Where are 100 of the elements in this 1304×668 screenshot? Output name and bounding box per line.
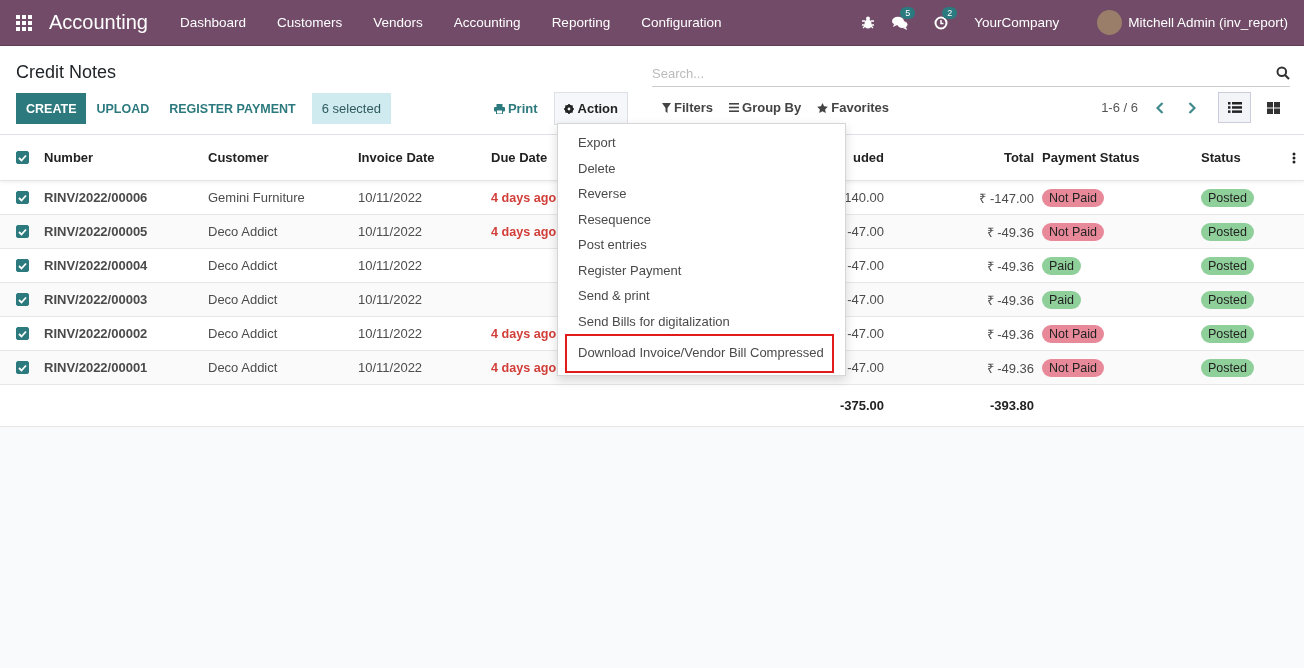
due-date-text: 4 days ago: [491, 360, 557, 375]
gear-icon: [563, 103, 574, 114]
create-button[interactable]: CREATE: [16, 93, 87, 124]
column-header[interactable]: Number: [44, 150, 94, 165]
menu-item[interactable]: Export: [558, 130, 845, 156]
checkbox[interactable]: [16, 151, 29, 164]
total-cell: -393.80: [989, 398, 1034, 413]
table-cell-text: ₹ -147.00: [979, 189, 1034, 207]
checkbox[interactable]: [16, 327, 29, 340]
clock-icon[interactable]: [934, 15, 949, 30]
checkbox[interactable]: [16, 225, 29, 238]
status-badge: Paid: [1042, 290, 1082, 309]
menu-item[interactable]: Reverse: [558, 181, 845, 207]
search-icon[interactable]: [1276, 66, 1290, 80]
status-badge: Posted: [1201, 324, 1254, 343]
selection-count: 6 selected: [311, 93, 391, 124]
menu-item[interactable]: Reporting: [551, 15, 611, 30]
table-cell: 140.00: [844, 190, 884, 205]
status-badge: Not Paid: [1042, 222, 1104, 241]
company-name[interactable]: YourCompany: [974, 15, 1060, 30]
bars-icon: [729, 103, 739, 112]
table-cell: 10/11/2022: [358, 326, 423, 341]
table-cell-text: ₹ -49.36: [986, 257, 1034, 275]
table-cell: 10/11/2022: [358, 360, 423, 375]
menu-item[interactable]: Customers: [277, 15, 343, 30]
column-header[interactable]: Customer: [208, 150, 269, 165]
checkbox[interactable]: [16, 293, 29, 306]
column-header[interactable]: Total: [1003, 150, 1034, 165]
filters-button[interactable]: Filters: [662, 100, 713, 115]
status-badge: Posted: [1201, 256, 1254, 275]
checkbox[interactable]: [16, 361, 29, 374]
column-header[interactable]: uded: [852, 150, 884, 165]
pager-value[interactable]: 1-6 / 6: [1101, 100, 1138, 115]
table-cell: 10/11/2022: [358, 258, 423, 273]
status-badge: Not Paid: [1042, 188, 1104, 207]
table-cell: Deco Addict: [208, 326, 278, 341]
action-button[interactable]: Action: [553, 92, 628, 125]
table-cell: RINV/2022/00002: [44, 326, 148, 341]
list-view-icon: [1227, 102, 1242, 113]
print-button[interactable]: Print: [487, 100, 544, 117]
table-cell: Deco Addict: [208, 360, 278, 375]
column-header[interactable]: Invoice Date: [358, 150, 435, 165]
menu-item[interactable]: Send & print: [558, 283, 845, 309]
table-cell: 10/11/2022: [358, 190, 423, 205]
chat-icon[interactable]: [892, 15, 909, 30]
group-by-button[interactable]: Group By: [729, 100, 802, 115]
status-badge: Posted: [1201, 222, 1254, 241]
table-cell: Deco Addict: [208, 258, 278, 273]
menu-item[interactable]: Post entries: [558, 232, 845, 258]
menu-item[interactable]: Resequence: [558, 206, 845, 232]
status-badge: Posted: [1201, 358, 1254, 377]
table-cell: Gemini Furniture: [208, 190, 305, 205]
due-date-text: 4 days ago: [491, 326, 557, 341]
funnel-icon: [662, 102, 671, 113]
table-cell-text: ₹ -49.36: [986, 291, 1034, 309]
status-badge: Not Paid: [1042, 358, 1104, 377]
table-cell: Deco Addict: [208, 292, 278, 307]
action-link-button[interactable]: UPLOAD: [86, 93, 160, 124]
menu-item[interactable]: Delete: [558, 155, 845, 181]
kanban-view-icon: [1267, 101, 1280, 114]
menu-item[interactable]: Configuration: [641, 15, 722, 30]
status-badge: Posted: [1201, 290, 1254, 309]
menu-item[interactable]: Dashboard: [179, 15, 246, 30]
table-cell: -47.00: [847, 224, 884, 239]
chevron-right-icon[interactable]: [1188, 101, 1196, 114]
status-badge: Not Paid: [1042, 324, 1104, 343]
user-name[interactable]: Mitchell Admin (inv_report): [1128, 15, 1288, 30]
column-header[interactable]: Status: [1201, 150, 1241, 165]
column-options-icon[interactable]: [1292, 151, 1296, 164]
action-link-button[interactable]: REGISTER PAYMENT: [159, 93, 306, 124]
due-date-text: 4 days ago: [491, 224, 557, 239]
table-cell: RINV/2022/00006: [44, 190, 148, 205]
list-view-button[interactable]: [1218, 92, 1251, 123]
table-cell: -47.00: [847, 360, 884, 375]
table-cell-text: ₹ -49.36: [986, 359, 1034, 377]
menu-item[interactable]: Vendors: [373, 15, 423, 30]
menu-item[interactable]: Accounting: [453, 15, 521, 30]
bug-icon[interactable]: [862, 16, 875, 29]
table-cell: RINV/2022/00005: [44, 224, 148, 239]
checkbox[interactable]: [16, 191, 29, 204]
table-cell: RINV/2022/00004: [44, 258, 148, 273]
status-badge: Paid: [1042, 256, 1082, 275]
printer-icon: [493, 103, 505, 114]
apps-grid-icon[interactable]: [16, 14, 32, 31]
checkbox[interactable]: [16, 259, 29, 272]
menu-item[interactable]: Send Bills for digitalization: [558, 308, 845, 334]
message-count-badge: 5: [900, 6, 916, 19]
table-cell: Deco Addict: [208, 224, 278, 239]
menu-item[interactable]: Download Invoice/Vendor Bill Compressed: [565, 334, 834, 373]
table-cell-text: ₹ -49.36: [986, 325, 1034, 343]
activity-count-badge: 2: [942, 6, 958, 19]
column-header[interactable]: Payment Status: [1042, 150, 1140, 165]
table-cell: 10/11/2022: [358, 292, 423, 307]
favorites-button[interactable]: Favorites: [817, 100, 890, 115]
page-title: Credit Notes: [16, 61, 118, 84]
menu-item[interactable]: Register Payment: [558, 257, 845, 283]
star-icon: [817, 102, 829, 113]
column-header[interactable]: Due Date: [491, 150, 548, 165]
due-date-text: 4 days ago: [491, 190, 557, 205]
chevron-left-icon[interactable]: [1156, 101, 1164, 114]
